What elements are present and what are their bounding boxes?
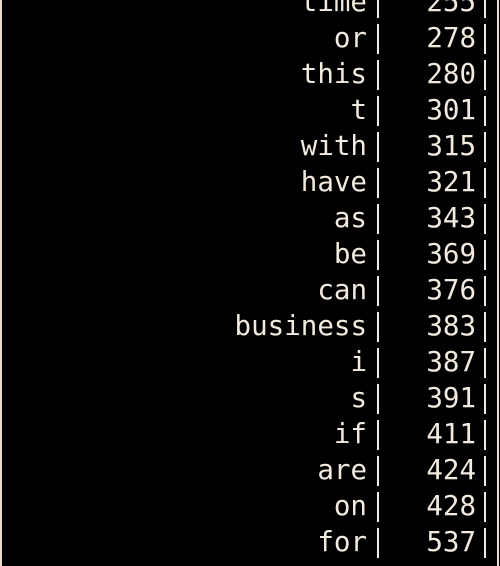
terminal-window[interactable]: time 255 or 278 this 280 t 301 with 315 have 321 as 3… — [0, 0, 500, 566]
column-separator — [377, 492, 379, 522]
column-separator — [377, 384, 379, 414]
word-cell: this — [300, 58, 367, 90]
word-count-table: time 255 or 278 this 280 t 301 with 315 have 321 as 3… — [0, 0, 500, 560]
column-separator — [484, 0, 486, 18]
table-row: s 391 — [0, 380, 500, 416]
column-separator — [484, 420, 486, 450]
word-cell: can — [317, 274, 367, 306]
count-cell: 391 — [426, 382, 476, 414]
word-cell: business — [234, 310, 367, 342]
table-row: if 411 — [0, 416, 500, 452]
count-cell: 321 — [426, 166, 476, 198]
table-row: are 424 — [0, 452, 500, 488]
column-separator — [484, 132, 486, 162]
table-row: as 343 — [0, 200, 500, 236]
table-row: time 255 — [0, 0, 500, 20]
column-separator — [377, 276, 379, 306]
column-separator — [484, 276, 486, 306]
count-cell: 315 — [426, 130, 476, 162]
column-separator — [484, 96, 486, 126]
table-row: or 278 — [0, 20, 500, 56]
column-separator — [377, 132, 379, 162]
word-cell: on — [333, 490, 367, 522]
table-row: this 280 — [0, 56, 500, 92]
column-separator — [377, 420, 379, 450]
column-separator — [377, 240, 379, 270]
count-cell: 428 — [426, 490, 476, 522]
column-separator — [377, 24, 379, 54]
column-separator — [377, 312, 379, 342]
table-row: i 387 — [0, 344, 500, 380]
table-row: be 369 — [0, 236, 500, 272]
column-separator — [377, 204, 379, 234]
column-separator — [377, 96, 379, 126]
count-cell: 301 — [426, 94, 476, 126]
count-cell: 343 — [426, 202, 476, 234]
word-cell: i — [350, 346, 367, 378]
count-cell: 376 — [426, 274, 476, 306]
column-separator — [377, 168, 379, 198]
column-separator — [377, 456, 379, 486]
word-cell: s — [350, 382, 367, 414]
count-cell: 411 — [426, 418, 476, 450]
word-cell: have — [300, 166, 367, 198]
table-row: for 537 — [0, 524, 500, 560]
word-cell: time — [300, 0, 367, 18]
column-separator — [377, 348, 379, 378]
count-cell: 387 — [426, 346, 476, 378]
count-cell: 383 — [426, 310, 476, 342]
word-cell: are — [317, 454, 367, 486]
count-cell: 537 — [426, 526, 476, 558]
count-cell: 424 — [426, 454, 476, 486]
column-separator — [484, 348, 486, 378]
word-cell: as — [333, 202, 367, 234]
column-separator — [484, 384, 486, 414]
column-separator — [484, 456, 486, 486]
column-separator — [484, 240, 486, 270]
table-row: business 383 — [0, 308, 500, 344]
word-cell: be — [333, 238, 367, 270]
table-row: t 301 — [0, 92, 500, 128]
table-row: on 428 — [0, 488, 500, 524]
table-row: have 321 — [0, 164, 500, 200]
word-cell: for — [317, 526, 367, 558]
column-separator — [484, 168, 486, 198]
column-separator — [377, 60, 379, 90]
column-separator — [484, 60, 486, 90]
count-cell: 278 — [426, 22, 476, 54]
column-separator — [484, 204, 486, 234]
column-separator — [484, 24, 486, 54]
word-cell: if — [333, 418, 367, 450]
column-separator — [377, 0, 379, 18]
count-cell: 255 — [426, 0, 476, 18]
word-cell: or — [333, 22, 367, 54]
count-cell: 280 — [426, 58, 476, 90]
column-separator — [377, 528, 379, 558]
count-cell: 369 — [426, 238, 476, 270]
column-separator — [484, 492, 486, 522]
table-row: can 376 — [0, 272, 500, 308]
word-cell: with — [300, 130, 367, 162]
table-row: with 315 — [0, 128, 500, 164]
column-separator — [484, 312, 486, 342]
column-separator — [484, 528, 486, 558]
word-cell: t — [350, 94, 367, 126]
